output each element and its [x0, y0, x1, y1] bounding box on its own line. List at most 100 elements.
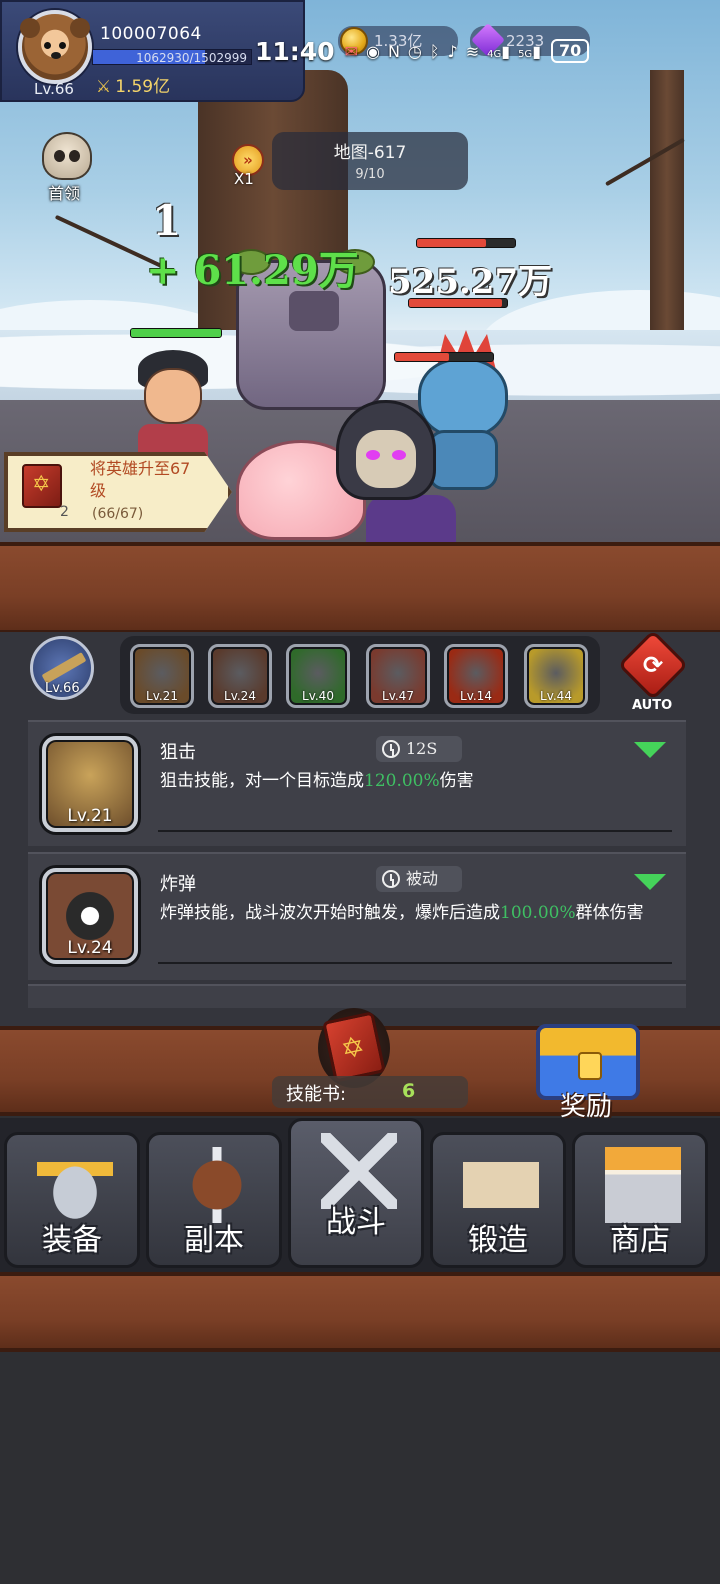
auto-button[interactable]: ⟳ AUTO — [617, 629, 689, 718]
nav-label: 战斗 — [326, 1205, 386, 1240]
clock-icon — [382, 740, 400, 758]
auto-label: AUTO — [632, 698, 673, 713]
skill-book-count: 6 — [402, 1080, 416, 1102]
nav-equipment[interactable]: 装备 — [4, 1132, 140, 1268]
battery-indicator: 70 — [551, 39, 590, 63]
speed-button[interactable]: » X1 — [228, 144, 268, 190]
desc-text: 炸弹技能，战斗波次开始时触发，爆炸后造成 — [160, 903, 500, 923]
map-title: 地图-617 — [333, 143, 407, 163]
sword-shield-icon — [179, 1147, 255, 1223]
skill-slot-level: Lv.47 — [382, 689, 414, 703]
skill-slot-level: Lv.24 — [224, 689, 256, 703]
bluetooth-icon: ᛒ — [429, 41, 440, 61]
skill-slot-sniper[interactable]: Lv.21 — [130, 644, 194, 708]
skill-card-bomb[interactable]: Lv.24 炸弹 被动 炸弹技能，战斗波次开始时触发，爆炸后造成100.00%群… — [28, 852, 686, 980]
desc-text: 群体伤害 — [575, 903, 644, 923]
desc-value: 120.00% — [364, 771, 440, 791]
quest-text: 将英雄升至67级 — [90, 459, 191, 500]
expand-arrow-icon[interactable] — [634, 874, 666, 890]
player-id: 100007064 — [100, 24, 202, 44]
refresh-icon: ⟳ — [642, 651, 664, 679]
enemy-hp-bar — [394, 352, 494, 362]
cooldown-value: 12S — [406, 739, 438, 758]
skill-book-icon — [22, 464, 62, 508]
desc-value: 100.00% — [500, 903, 576, 923]
notification-icon: ✉ — [344, 41, 358, 61]
enemy-hp-bar — [416, 238, 516, 248]
reaper-character — [336, 400, 456, 548]
skill-slot-level: Lv.44 — [540, 689, 572, 703]
boss-button[interactable]: 首领 — [36, 132, 98, 203]
shop-icon — [605, 1147, 681, 1223]
equipped-skills-bar: Lv.21 Lv.24 Lv.40 Lv.47 Lv.14 Lv.44 — [120, 636, 600, 714]
clock-icon — [382, 870, 400, 888]
hero-hp-bar — [130, 328, 222, 338]
hammer-scroll-icon — [463, 1147, 539, 1223]
desc-text: 狙击技能，对一个目标造成 — [160, 771, 364, 791]
nav-battle[interactable]: 战斗 — [288, 1118, 424, 1268]
skill-slot-poison[interactable]: Lv.40 — [286, 644, 350, 708]
weapon-level: Lv.66 — [45, 681, 80, 696]
wood-divider — [0, 1272, 720, 1352]
skill-card-name: 炸弹 — [160, 874, 196, 895]
signal-5g-icon: 5G▮ — [518, 41, 541, 61]
quest-reward-count: 2 — [60, 504, 69, 520]
wifi-icon: ≋ — [465, 41, 480, 61]
system-status-bar: 11:40 ✉ ◉ N ◷ ᛒ ♪ ≋ 4G▮ 5G▮ 70 — [255, 34, 720, 68]
avatar[interactable] — [18, 10, 92, 84]
eye-icon: ◉ — [365, 41, 380, 61]
clock: 11:40 — [255, 36, 335, 66]
combat-power-value: 1.59亿 — [115, 77, 171, 97]
player-level: Lv.66 — [34, 80, 74, 98]
damage-number: 525.27万 — [388, 262, 553, 302]
skill-card-description: 狙击技能，对一个目标造成120.00%伤害 — [160, 768, 660, 794]
game-screen: 1 + 61.29万 525.27万 首领 » X1 地图-617 9/10 2… — [0, 0, 720, 1584]
skill-card-name: 狙击 — [160, 742, 196, 763]
nfc-icon: N — [387, 41, 400, 61]
reward-button[interactable]: 奖励 — [528, 1016, 648, 1122]
alarm-icon: ◷ — [407, 41, 422, 61]
wave-progress: 9/10 — [355, 167, 385, 182]
hero-character — [134, 350, 214, 460]
weapon-slot[interactable]: Lv.66 — [30, 636, 94, 700]
net-5g-label: 5G — [518, 48, 533, 60]
skill-book-counter: 技能书: 6 — [272, 1076, 468, 1108]
bomb-skill-icon: Lv.24 — [42, 868, 138, 964]
cooldown-value: 被动 — [406, 869, 439, 888]
signal-4g-icon: 4G▮ — [487, 41, 511, 61]
skill-slot-fire-orb[interactable]: Lv.47 — [366, 644, 430, 708]
nav-label: 装备 — [42, 1223, 102, 1258]
divider — [158, 830, 672, 832]
skill-card-description: 炸弹技能，战斗波次开始时触发，爆炸后造成100.00%群体伤害 — [160, 900, 660, 926]
sniper-skill-icon: Lv.21 — [42, 736, 138, 832]
expand-arrow-icon[interactable] — [634, 742, 666, 758]
nav-label: 锻造 — [468, 1223, 528, 1258]
nav-label: 副本 — [184, 1223, 244, 1258]
quest-banner[interactable]: 2 将英雄升至67级 (66/67) — [4, 452, 232, 532]
wood-divider — [0, 542, 720, 634]
mute-icon: ♪ — [447, 41, 458, 61]
skill-slot-bomb[interactable]: Lv.24 — [208, 644, 272, 708]
skill-slot-level: Lv.14 — [460, 689, 492, 703]
skill-slot-explosion[interactable]: Lv.14 — [444, 644, 508, 708]
net-4g-label: 4G — [487, 48, 502, 60]
xp-text: 1062930/1502999 — [136, 51, 247, 65]
map-info: 地图-617 9/10 — [272, 132, 468, 190]
skill-slot-lightning[interactable]: Lv.44 — [524, 644, 588, 708]
cooldown-badge: 被动 — [376, 866, 462, 892]
cooldown-badge: 12S — [376, 736, 462, 762]
nav-dungeon[interactable]: 副本 — [146, 1132, 282, 1268]
skill-card-level: Lv.21 — [67, 806, 113, 826]
heal-number: + 61.29万 — [146, 247, 359, 294]
nav-forge[interactable]: 锻造 — [430, 1132, 566, 1268]
xp-bar: 1062930/1502999 — [92, 49, 252, 65]
desc-text: 伤害 — [439, 771, 474, 791]
skill-card-sniper[interactable]: Lv.21 狙击 12S 狙击技能，对一个目标造成120.00%伤害 — [28, 720, 686, 846]
skill-book-label: 技能书: — [286, 1084, 347, 1105]
combat-power: ⚔ 1.59亿 — [96, 72, 170, 97]
tree-trunk — [650, 70, 684, 360]
skill-card-partial[interactable] — [28, 984, 686, 1008]
rifle-icon — [41, 652, 87, 684]
nav-shop[interactable]: 商店 — [572, 1132, 708, 1268]
skill-book-icon — [322, 1011, 386, 1083]
